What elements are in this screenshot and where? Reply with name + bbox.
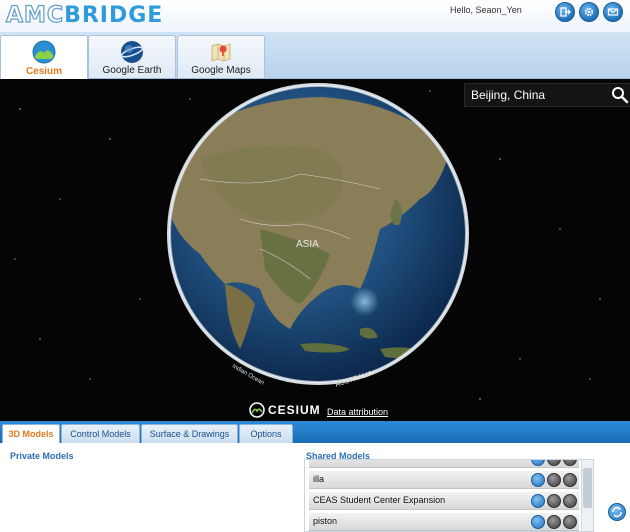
logo-amc: AMC	[5, 2, 65, 28]
magnifier-icon[interactable]	[611, 86, 629, 104]
globe-canvas[interactable]: ASIA Indian Ocean AUSTRALIA	[0, 79, 630, 421]
mail-button[interactable]	[603, 2, 623, 22]
tab-3d-models[interactable]: 3D Models	[2, 424, 60, 444]
refresh-button[interactable]	[608, 503, 626, 521]
model-name: CEAS Student Center Expansion	[313, 495, 446, 505]
shared-models-scrollbar[interactable]	[581, 460, 593, 531]
shared-models-list[interactable]: illa CEAS Student Center Expansion pisto…	[304, 459, 594, 532]
app-header: AMC BRIDGE Hello, Seaon_Yen	[0, 0, 630, 32]
scrollbar-thumb[interactable]	[583, 468, 592, 508]
list-item[interactable]	[309, 460, 579, 468]
cesium-viewer[interactable]: ASIA Indian Ocean AUSTRALIA CESIUM Data …	[0, 79, 630, 421]
cesium-brand-text: CESIUM	[268, 403, 321, 417]
data-attribution-link[interactable]: Data attribution	[327, 407, 388, 417]
tab-google-earth-label: Google Earth	[102, 65, 162, 76]
tab-surface-drawings[interactable]: Surface & Drawings	[141, 424, 238, 444]
edit-model-icon[interactable]	[547, 515, 561, 529]
model-name: piston	[313, 516, 338, 526]
private-models-title: Private Models	[10, 451, 74, 461]
cesium-icon	[32, 40, 56, 64]
amcbridge-logo: AMC BRIDGE	[5, 1, 164, 29]
maps-icon	[211, 43, 231, 62]
list-item[interactable]: illa	[309, 471, 579, 489]
private-models-list[interactable]	[6, 463, 298, 531]
list-item[interactable]: piston	[309, 513, 579, 531]
cesium-logo-icon	[249, 402, 265, 418]
mail-icon	[607, 8, 619, 16]
model-name: illa	[313, 474, 325, 484]
tab-cesium[interactable]: Cesium	[0, 35, 88, 79]
delete-model-icon[interactable]	[563, 473, 577, 487]
viewer-tabbar: Cesium Google Earth Google Maps	[0, 32, 630, 79]
label-asia: ASIA	[296, 239, 319, 250]
delete-model-icon[interactable]	[563, 494, 577, 508]
edit-model-icon[interactable]	[547, 473, 561, 487]
tab-google-earth[interactable]: Google Earth	[88, 35, 176, 78]
settings-button[interactable]	[579, 2, 599, 22]
logout-button[interactable]	[555, 2, 575, 22]
tab-control-models[interactable]: Control Models	[61, 424, 140, 444]
tab-options[interactable]: Options	[239, 424, 293, 444]
models-panel: Private Models Shared Models illa CEAS S…	[0, 443, 630, 532]
tab-google-maps[interactable]: Google Maps	[177, 35, 265, 78]
delete-model-icon[interactable]	[563, 515, 577, 529]
user-greeting: Hello, Seaon_Yen	[450, 5, 522, 15]
delete-model-icon[interactable]	[563, 460, 577, 466]
edit-model-icon[interactable]	[547, 494, 561, 508]
tab-google-maps-label: Google Maps	[191, 65, 251, 76]
settings-icon	[584, 7, 594, 17]
search-input[interactable]	[469, 86, 613, 104]
view-model-icon[interactable]	[531, 515, 545, 529]
earth-icon	[120, 41, 144, 63]
list-item[interactable]: CEAS Student Center Expansion	[309, 492, 579, 510]
tab-cesium-label: Cesium	[25, 66, 63, 77]
cesium-brand: CESIUM	[249, 401, 321, 419]
edit-model-icon[interactable]	[547, 460, 561, 466]
location-search[interactable]	[464, 83, 630, 107]
logo-bridge: BRIDGE	[64, 2, 164, 28]
view-model-icon[interactable]	[531, 460, 545, 466]
logout-icon	[560, 7, 571, 17]
refresh-icon	[612, 506, 622, 518]
view-model-icon[interactable]	[531, 494, 545, 508]
panel-tabbar: 3D Models Control Models Surface & Drawi…	[0, 421, 630, 444]
view-model-icon[interactable]	[531, 473, 545, 487]
